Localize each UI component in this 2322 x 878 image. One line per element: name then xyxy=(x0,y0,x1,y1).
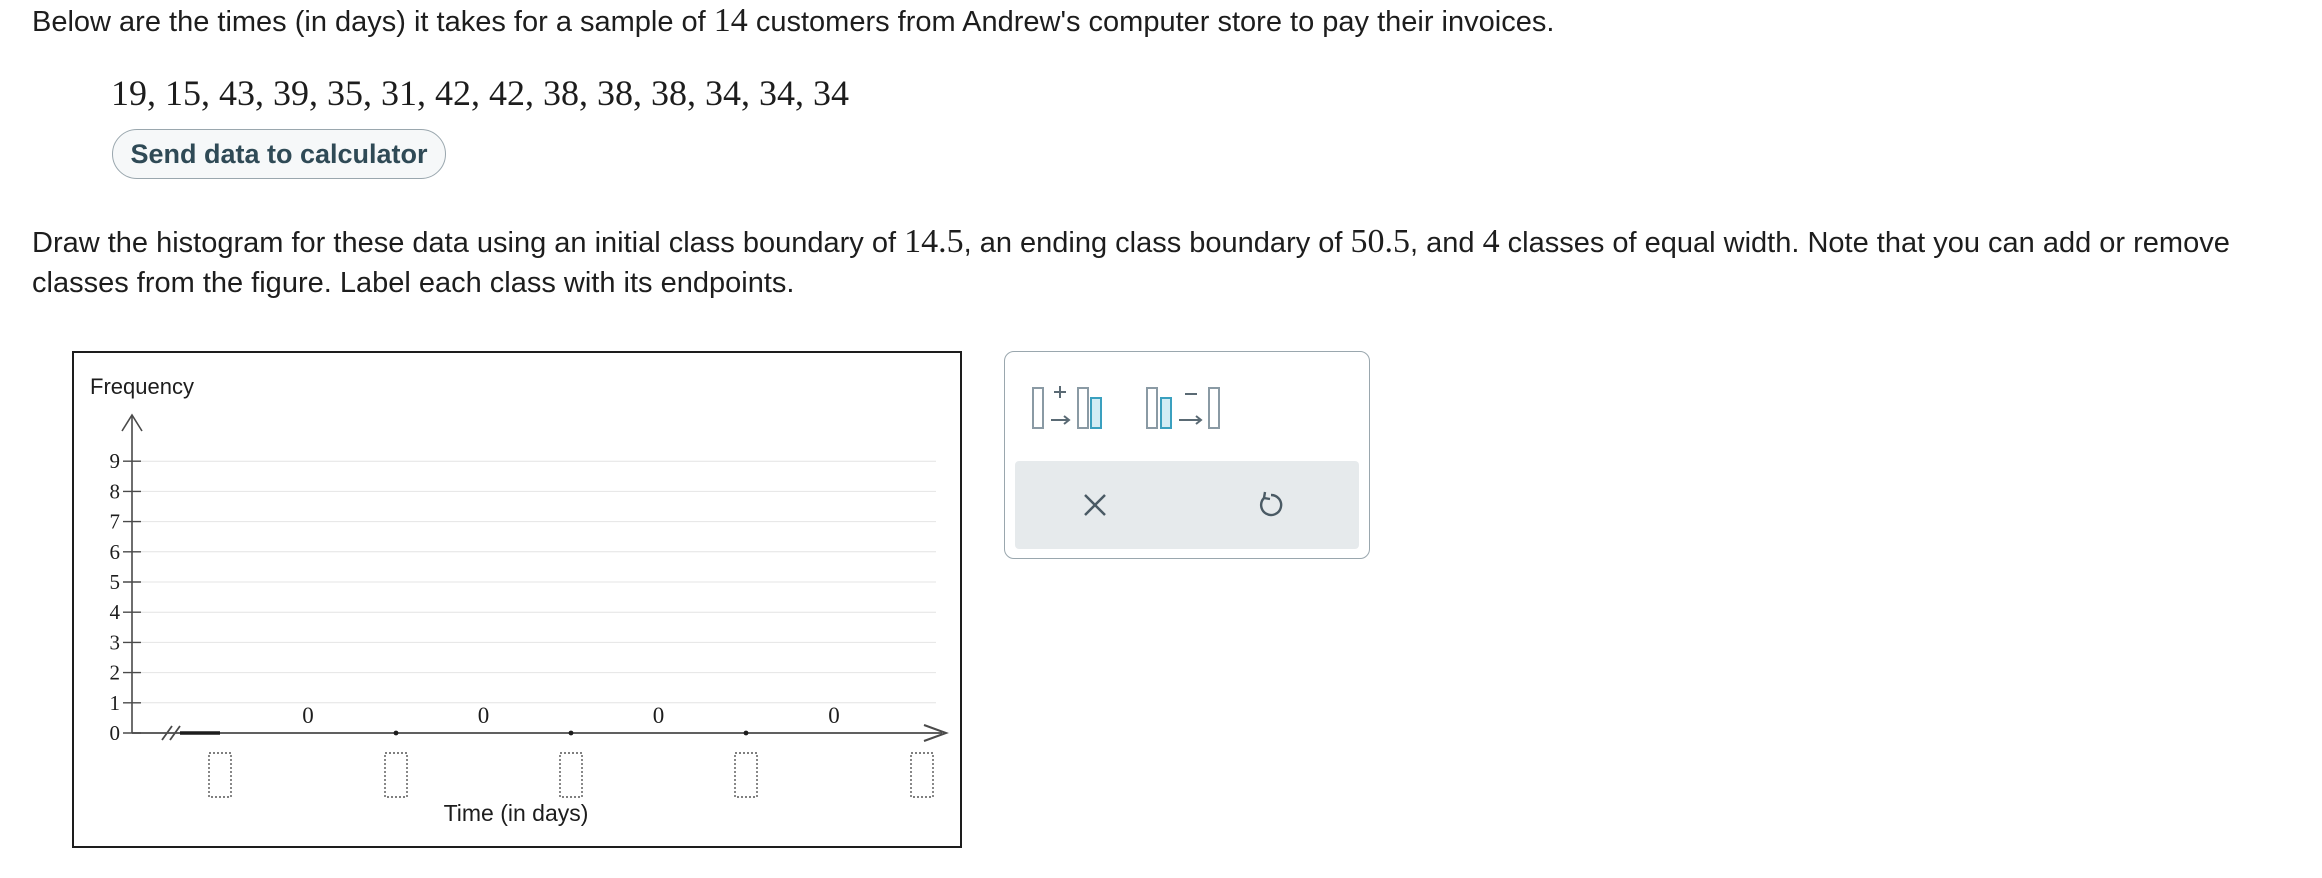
bar-frequency-label: 0 xyxy=(828,703,840,728)
y-tick-label: 0 xyxy=(110,721,121,745)
tool-action-row xyxy=(1015,461,1359,549)
y-tick-label: 4 xyxy=(110,600,121,624)
y-tick-label: 6 xyxy=(110,540,121,564)
y-tick-label: 2 xyxy=(110,661,121,685)
class-endpoint-input[interactable] xyxy=(910,752,934,798)
bar-frequency-label: 0 xyxy=(653,703,665,728)
y-tick-label: 9 xyxy=(110,449,121,473)
instructions-part3: , and xyxy=(1410,227,1483,259)
undo-icon[interactable] xyxy=(1255,489,1287,521)
add-class-icon[interactable] xyxy=(1029,380,1109,434)
x-axis-label: Time (in days) xyxy=(444,800,589,826)
x-axis xyxy=(132,724,949,742)
endpoint-inputs[interactable] xyxy=(208,752,934,798)
class-boundary-dot xyxy=(743,730,749,736)
class-endpoint-input[interactable] xyxy=(734,752,758,798)
y-tick-label: 8 xyxy=(110,479,121,503)
histogram-graph-area[interactable]: 0 1 2 3 4 5 6 7 8 9 0 0 0 0 Frequency Time (in days) xyxy=(72,351,962,848)
question-text: Below are the times (in days) it takes f… xyxy=(32,4,1554,39)
question-text-part2: customers from Andrew's computer store t… xyxy=(747,6,1555,38)
initial-boundary: 14.5 xyxy=(904,223,964,260)
bar-frequency-label: 0 xyxy=(478,703,490,728)
y-axis-label: Frequency xyxy=(90,374,194,399)
ending-boundary: 50.5 xyxy=(1350,223,1411,260)
graph-toolbox xyxy=(1004,351,1370,559)
remove-class-icon[interactable] xyxy=(1145,380,1229,434)
class-endpoint-input[interactable] xyxy=(559,752,583,798)
histogram-chart[interactable]: 0 1 2 3 4 5 6 7 8 9 0 0 0 0 Frequency Time (in days) xyxy=(74,353,960,846)
data-values: 19, 15, 43, 39, 35, 31, 42, 42, 38, 38, … xyxy=(111,73,849,113)
class-endpoint-input[interactable] xyxy=(208,752,232,798)
x-icon[interactable] xyxy=(1081,491,1109,519)
send-data-to-calculator-button[interactable]: Send data to calculator xyxy=(112,129,446,179)
sample-size: 14 xyxy=(713,2,748,39)
class-boundary-dot xyxy=(568,730,574,736)
bar-labels[interactable]: 0 0 0 0 xyxy=(302,703,840,728)
instructions-part2: , an ending class boundary of xyxy=(963,227,1351,259)
instructions-part1: Draw the histogram for these data using … xyxy=(32,227,905,259)
y-tick-label: 7 xyxy=(110,510,121,534)
class-boundary-dot xyxy=(393,730,399,736)
class-endpoint-input[interactable] xyxy=(384,752,408,798)
y-axis: 0 1 2 3 4 5 6 7 8 9 xyxy=(110,413,143,745)
instructions-text: Draw the histogram for these data using … xyxy=(32,222,2322,303)
bar-frequency-label: 0 xyxy=(302,703,314,728)
question-text-part1: Below are the times (in days) it takes f… xyxy=(32,6,714,38)
y-tick-label: 3 xyxy=(110,630,121,654)
num-classes: 4 xyxy=(1482,223,1500,260)
gridlines xyxy=(132,460,936,704)
y-tick-label: 5 xyxy=(110,570,121,594)
y-tick-label: 1 xyxy=(110,691,121,715)
